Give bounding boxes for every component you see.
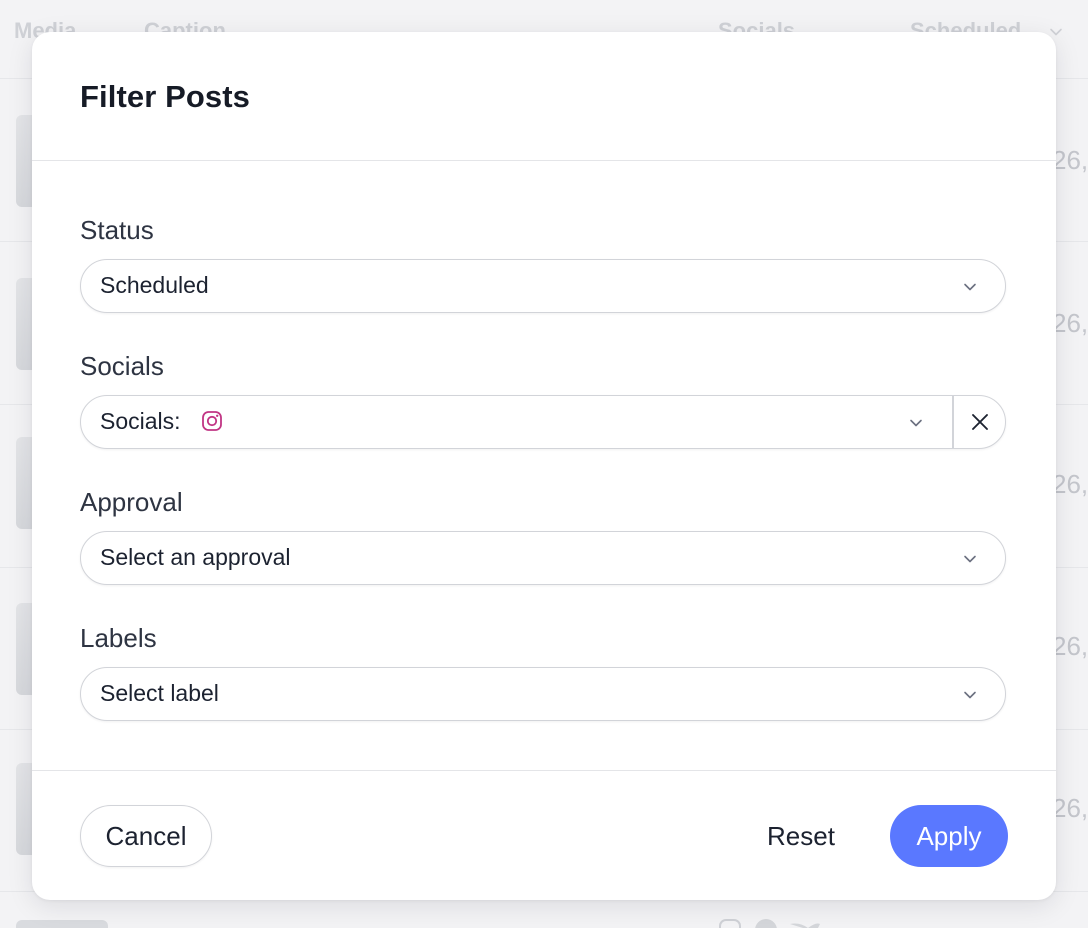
modal-footer: Cancel Reset Apply <box>32 770 1056 900</box>
close-icon <box>972 414 988 430</box>
status-select-value: Scheduled <box>100 272 209 298</box>
media-thumbnail <box>16 920 108 928</box>
scheduled-date: 26, <box>1052 145 1088 175</box>
socials-select[interactable]: Socials: <box>80 395 1006 449</box>
modal-title: Filter Posts <box>80 79 251 114</box>
scheduled-date: 26, <box>1052 469 1088 499</box>
socials-select-value: Socials: <box>100 408 181 434</box>
labels-label: Labels <box>80 623 157 653</box>
filter-posts-modal: Filter Posts Status Scheduled Socials So… <box>32 32 1056 900</box>
chevron-down-icon <box>964 691 976 699</box>
socials-label: Socials <box>80 351 164 381</box>
scheduled-date: 26, <box>1052 793 1088 823</box>
instagram-icon <box>202 411 222 431</box>
chevron-down-icon <box>964 555 976 563</box>
social-network-icons <box>719 919 820 928</box>
status-label: Status <box>80 215 154 245</box>
clear-socials-button[interactable] <box>954 396 1005 448</box>
chevron-down-icon <box>910 419 922 427</box>
labels-select-placeholder: Select label <box>100 680 219 706</box>
status-select[interactable]: Scheduled <box>80 259 1006 313</box>
scheduled-date: 26, <box>1052 631 1088 661</box>
approval-select[interactable]: Select an approval <box>80 531 1006 585</box>
apply-button[interactable]: Apply <box>890 805 1008 867</box>
modal-header: Filter Posts <box>32 32 1056 161</box>
scheduled-date: 26, <box>1052 308 1088 338</box>
approval-label: Approval <box>80 487 183 517</box>
cancel-button[interactable]: Cancel <box>80 805 212 867</box>
approval-select-placeholder: Select an approval <box>100 544 291 570</box>
reset-button[interactable]: Reset <box>746 805 856 867</box>
labels-select[interactable]: Select label <box>80 667 1006 721</box>
chevron-down-icon <box>964 283 976 291</box>
